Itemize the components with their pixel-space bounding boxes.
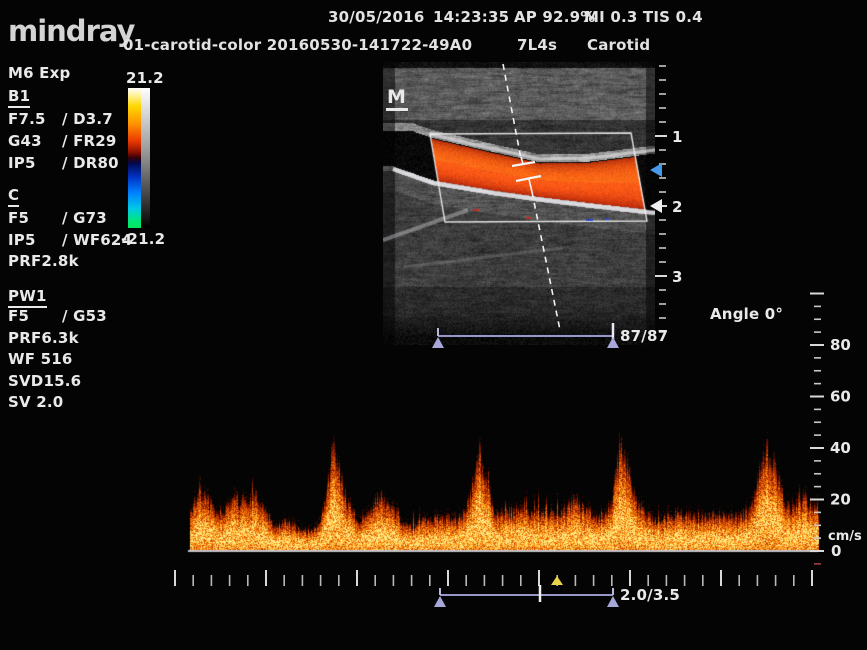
sweep-position-readout: 2.0/3.5 <box>620 586 680 604</box>
param-value: IP5 <box>8 154 62 172</box>
depth-label: 1 <box>672 128 682 146</box>
color-scale-max: 21.2 <box>126 69 164 87</box>
param-value: F5 <box>8 307 62 325</box>
color-mode-title: C <box>8 186 19 207</box>
pw-svd-readout: SVD15.6 <box>8 372 81 390</box>
param-value: / D3.7 <box>62 110 113 128</box>
color-gradient-strip <box>128 88 141 228</box>
color-focus-marker-icon <box>650 163 662 177</box>
velocity-ruler: 80 60 40 20 cm/s 0 <box>806 288 867 583</box>
color-mode-title-text: C <box>8 186 19 207</box>
sample-gate[interactable] <box>512 157 541 192</box>
pw-mode-title: PW1 <box>8 287 47 308</box>
depth-ruler-ticks <box>655 66 667 332</box>
ultrasound-screen: mindray 30/05/2016 14:23:35 AP 92.9% MI … <box>0 0 867 650</box>
doppler-cursor-line[interactable] <box>532 192 560 330</box>
b-mode-title-text: B1 <box>8 87 30 108</box>
preset-name: Carotid <box>587 36 650 54</box>
date-text: 30/05/2016 <box>328 8 424 26</box>
color-scale-bar <box>128 88 150 228</box>
velocity-zero-label: 0 <box>831 542 841 560</box>
mindray-logo: mindray <box>8 14 134 48</box>
b-mode-row: G43/ FR29 <box>8 132 117 150</box>
param-value: IP5 <box>8 231 62 249</box>
cine-frame-counter: 87/87 <box>620 327 668 345</box>
param-value: / G73 <box>62 209 107 227</box>
color-scale-min: -21.2 <box>121 230 165 248</box>
pw-mode-title-text: PW1 <box>8 287 47 308</box>
b-mode-title: B1 <box>8 87 30 108</box>
pw-sv-readout: SV 2.0 <box>8 393 63 411</box>
b-mode-row: IP5/ DR80 <box>8 154 119 172</box>
probe-name: 7L4s <box>517 36 557 54</box>
b-mode-row: F7.5/ D3.7 <box>8 110 113 128</box>
color-prf-readout: PRF2.8k <box>8 252 79 270</box>
param-value: F7.5 <box>8 110 62 128</box>
cine-end-handle[interactable] <box>607 337 619 348</box>
velocity-label: 20 <box>830 491 851 509</box>
mi-tis-readout: MI 0.3 TIS 0.4 <box>584 8 703 26</box>
velocity-label: 80 <box>830 336 851 354</box>
system-name: M6 Exp <box>8 64 70 82</box>
bmode-overlay <box>383 62 667 345</box>
sweep-start-handle[interactable] <box>434 596 446 607</box>
cine-start-handle[interactable] <box>432 337 444 348</box>
pw-spectrum <box>185 393 820 555</box>
pw-prf-readout: PRF6.3k <box>8 329 79 347</box>
angle-readout: Angle 0° <box>710 305 783 323</box>
depth-label: 3 <box>672 268 682 286</box>
color-mode-row: IP5/ WF624 <box>8 231 132 249</box>
color-mode-row: F5/ G73 <box>8 209 107 227</box>
param-value: / G53 <box>62 307 107 325</box>
time-text: 14:23:35 <box>433 8 509 26</box>
param-value: / FR29 <box>62 132 117 150</box>
exam-id-text: 01-carotid-color 20160530-141722-49A0 <box>123 36 472 54</box>
param-value: G43 <box>8 132 62 150</box>
velocity-label: 60 <box>830 388 851 406</box>
depth-label: 2 <box>672 198 682 216</box>
param-value: F5 <box>8 209 62 227</box>
pw-mode-row: F5/ G53 <box>8 307 107 325</box>
param-value: / DR80 <box>62 154 119 172</box>
pw-wf-readout: WF 516 <box>8 350 73 368</box>
velocity-label: 40 <box>830 439 851 457</box>
velocity-ruler-ticks <box>810 294 824 564</box>
focus-marker-icon <box>650 199 662 213</box>
sweep-end-handle[interactable] <box>607 596 619 607</box>
depth-ruler: 1 2 3 <box>645 58 700 350</box>
doppler-cursor-line[interactable] <box>503 64 521 159</box>
gray-gradient-strip <box>141 88 150 228</box>
